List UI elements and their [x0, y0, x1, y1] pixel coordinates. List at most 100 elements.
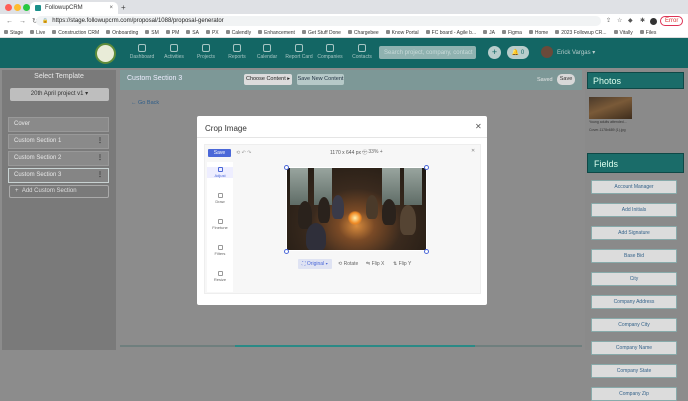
bookmark-item[interactable]: Get Stuff Done — [302, 30, 341, 36]
bookmark-item[interactable]: JA — [483, 30, 495, 36]
flip-y-button[interactable]: ⇅ Flip Y — [393, 261, 411, 267]
star-icon[interactable]: ☆ — [617, 17, 622, 24]
new-tab-icon[interactable]: + — [121, 3, 126, 12]
field-item[interactable]: Company Zip — [591, 387, 677, 401]
bookmark-item[interactable]: Construction CRM — [52, 30, 99, 36]
rotate-button[interactable]: ⟲ Rotate — [338, 261, 358, 267]
crop-handle[interactable] — [284, 165, 289, 170]
flip-x-button[interactable]: ⇋ Flip X — [366, 261, 384, 267]
photo-thumbnail[interactable] — [589, 97, 632, 119]
tool-filters[interactable]: Filters — [207, 245, 233, 256]
window-close-dot[interactable] — [5, 4, 12, 11]
back-icon[interactable]: ← — [6, 18, 13, 25]
window-minimize-dot[interactable] — [14, 4, 21, 11]
extension-icon[interactable]: ◆ — [628, 17, 633, 24]
bookmark-item[interactable]: PM — [166, 30, 180, 36]
tab-close-icon[interactable]: × — [109, 5, 113, 11]
bookmark-item[interactable]: SM — [145, 30, 159, 36]
crop-handle[interactable] — [424, 249, 429, 254]
sidebar-item-section[interactable]: Custom Section 1 ⋮ — [8, 134, 109, 149]
nav-item-report-card[interactable]: Report Card — [283, 44, 315, 60]
bookmark-item[interactable]: FC board - Agile b... — [426, 30, 476, 36]
nav-item-reports[interactable]: Reports — [221, 44, 253, 60]
bookmark-item[interactable]: SA — [186, 30, 199, 36]
add-icon[interactable]: + — [488, 46, 501, 59]
field-item[interactable]: Company Name — [591, 341, 677, 355]
bookmark-item[interactable]: Live — [30, 30, 45, 36]
share-icon[interactable]: ⇪ — [606, 17, 611, 24]
adjust-icon — [217, 167, 223, 172]
browser-tab[interactable]: FollowupCRM × — [30, 2, 118, 14]
nav-item-activities[interactable]: Activities — [158, 44, 190, 60]
nav-item-contacts[interactable]: Contacts — [346, 44, 378, 60]
undo-redo-icons[interactable]: ⟲ ↶ ↷ — [236, 150, 251, 156]
nav-item-label: Report Card — [285, 54, 313, 60]
tool-draw[interactable]: Draw — [207, 193, 233, 204]
field-item[interactable]: City — [591, 272, 677, 286]
field-item[interactable]: Add Signature — [591, 226, 677, 240]
sidebar-item-section[interactable]: Cover — [8, 117, 109, 132]
field-item[interactable]: Company State — [591, 364, 677, 378]
nav-item-label: Projects — [196, 54, 216, 60]
bookmark-item[interactable]: Vitally — [614, 30, 633, 36]
sidebar-item-section[interactable]: Custom Section 2 ⋮ — [8, 151, 109, 166]
kebab-menu-icon[interactable]: ⋮ — [97, 152, 103, 165]
bookmark-item[interactable]: Home — [529, 30, 548, 36]
bookmark-item[interactable]: Onboarding — [106, 30, 138, 36]
rotate-label: Rotate — [343, 261, 359, 267]
template-name: 20th April project v1 — [30, 91, 84, 97]
notifications-button[interactable]: 🔔 0 — [507, 46, 529, 59]
tool-label: Draw — [215, 199, 225, 204]
template-select[interactable]: 20th April project v1 ▾ — [10, 88, 109, 101]
nav-item-dashboard[interactable]: Dashboard — [126, 44, 158, 60]
crop-frame[interactable] — [286, 167, 427, 251]
avatar[interactable] — [541, 46, 553, 58]
kebab-menu-icon[interactable]: ⋮ — [97, 135, 103, 148]
crop-handle[interactable] — [424, 165, 429, 170]
field-item[interactable]: Add Initials — [591, 203, 677, 217]
choose-content-button[interactable]: Choose Content ▸ — [244, 74, 292, 85]
bookmark-item[interactable]: Calendly — [226, 30, 251, 36]
bookmark-item[interactable]: Know Portal — [386, 30, 419, 36]
kebab-menu-icon[interactable]: ⋮ — [97, 169, 103, 182]
scrollbar-thumb[interactable] — [235, 345, 475, 347]
close-icon[interactable]: ✕ — [475, 122, 482, 131]
tool-resize[interactable]: Resize — [207, 271, 233, 282]
puzzle-icon[interactable]: ✱ — [640, 17, 645, 24]
global-search-input[interactable]: Search project, company, contact — [379, 46, 476, 59]
editor-close-icon[interactable]: ✕ — [471, 148, 475, 154]
save-button[interactable]: Save — [557, 74, 575, 85]
bookmark-item[interactable]: PX — [206, 30, 219, 36]
browser-error-badge[interactable]: Error — [660, 16, 684, 26]
field-item[interactable]: Company City — [591, 318, 677, 332]
forward-icon[interactable]: → — [19, 18, 26, 25]
tool-finetune[interactable]: Finetune — [207, 219, 233, 230]
sidebar-item-section[interactable]: Custom Section 3 ⋮ — [8, 168, 109, 183]
bookmark-item[interactable]: Files — [640, 30, 657, 36]
bookmark-item[interactable]: Stage — [4, 30, 23, 36]
nav-item-projects[interactable]: Projects — [190, 44, 222, 60]
tool-adjust[interactable]: Adjust — [207, 167, 233, 178]
field-item[interactable]: Base Bid — [591, 249, 677, 263]
bookmark-item[interactable]: Chargebee — [348, 30, 379, 36]
bookmark-item[interactable]: Enhancement — [258, 30, 295, 36]
save-new-content-button[interactable]: Save New Content — [297, 74, 344, 85]
crop-handle[interactable] — [284, 249, 289, 254]
field-item[interactable]: Account Manager — [591, 180, 677, 194]
bookmark-item[interactable]: 2023 Followup CR... — [555, 30, 606, 36]
user-menu[interactable]: Erick Vargas ▾ — [557, 49, 595, 56]
nav-item-calendar[interactable]: Calendar — [251, 44, 283, 60]
window-maximize-dot[interactable] — [23, 4, 30, 11]
editor-save-button[interactable]: Save — [208, 149, 231, 157]
url-field[interactable]: 🔒 https://stage.followupcrm.com/proposal/… — [36, 16, 601, 26]
profile-icon[interactable] — [650, 18, 657, 25]
crop-preset-select[interactable]: ⛶ Original ▾ — [298, 259, 332, 269]
field-item[interactable]: Company Address — [591, 295, 677, 309]
nav-item-companies[interactable]: Companies — [314, 44, 346, 60]
followupcrm-logo[interactable] — [95, 43, 116, 64]
zoom-control[interactable]: — 33% + — [362, 149, 383, 155]
bookmark-item[interactable]: Figma — [502, 30, 522, 36]
go-back-link[interactable]: ← Go Back — [131, 100, 159, 106]
section-label: Custom Section 3 — [14, 172, 62, 178]
add-custom-section-button[interactable]: + Add Custom Section — [9, 185, 109, 198]
